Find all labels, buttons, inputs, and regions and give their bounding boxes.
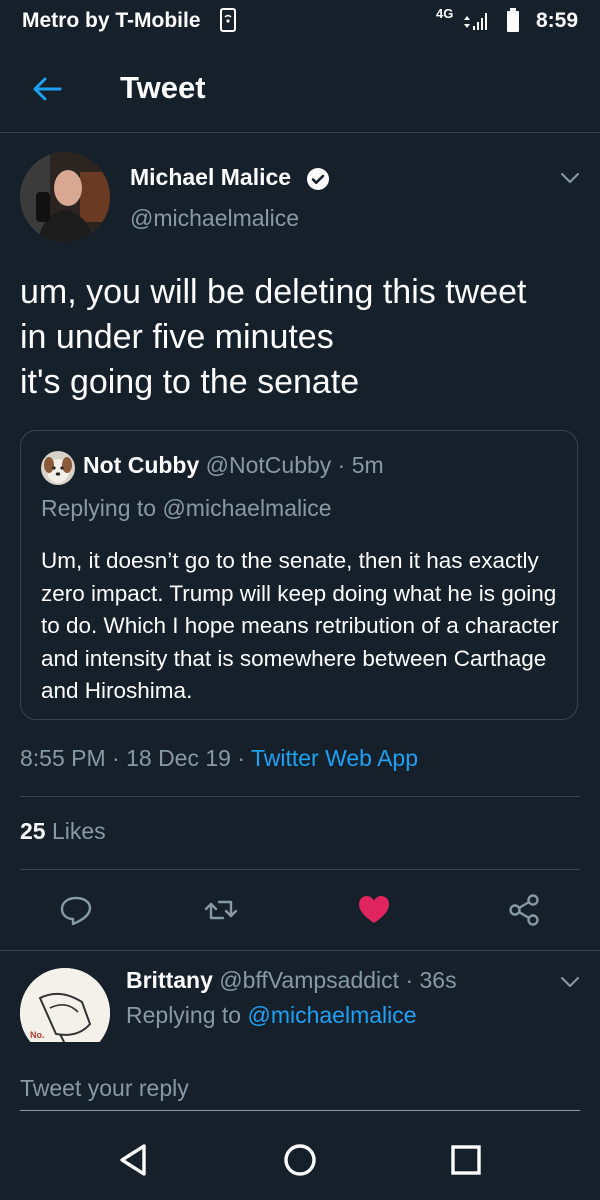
- nav-back-icon[interactable]: [114, 1140, 154, 1180]
- dog-avatar-icon: [41, 451, 75, 485]
- battery-icon: [507, 8, 519, 32]
- avatar-caption: No.: [30, 1030, 45, 1040]
- likes-count: 25: [20, 818, 46, 844]
- reply-icon[interactable]: [58, 892, 94, 928]
- quoted-tweet-header: Not Cubby @NotCubby · 5m: [83, 452, 384, 479]
- quoted-replying-to: Replying to @michaelmalice: [41, 495, 332, 521]
- quoted-author-meta: @NotCubby · 5m: [199, 452, 384, 478]
- divider: [20, 796, 580, 797]
- likes-label: Likes: [45, 818, 106, 844]
- reply-replying-to: Replying to @michaelmalice: [126, 1002, 417, 1029]
- heart-icon[interactable]: [356, 892, 392, 928]
- page-title: Tweet: [120, 70, 206, 105]
- section-divider: [0, 950, 600, 951]
- tweet-source-link[interactable]: Twitter Web App: [251, 745, 418, 771]
- verified-badge-icon: [307, 168, 329, 190]
- tweet-timestamp-line: 8:55 PM · 18 Dec 19 · Twitter Web App: [20, 745, 418, 772]
- quoted-tweet-text: Um, it doesn’t go to the senate, then it…: [41, 548, 559, 703]
- tweet-text: um, you will be deleting this tweet in u…: [20, 273, 527, 401]
- carrier-name: Metro by T-Mobile: [22, 9, 201, 32]
- network-type: 4G: [436, 6, 454, 21]
- reply-input[interactable]: [20, 1066, 580, 1111]
- tweet-timestamp: 8:55 PM · 18 Dec 19 ·: [20, 745, 251, 771]
- quoted-author-avatar: [41, 451, 75, 485]
- compose-bar: [0, 1042, 600, 1122]
- author-name[interactable]: Michael Malice: [130, 164, 291, 191]
- back-arrow-icon[interactable]: [30, 72, 64, 106]
- signal-strength-icon: [464, 13, 487, 30]
- author-photo: [20, 152, 110, 242]
- likes-summary[interactable]: 25 Likes: [20, 818, 106, 845]
- wifi-calling-icon: [220, 8, 236, 32]
- status-bar: Metro by T-Mobile 4G 8:59: [0, 0, 600, 42]
- author-handle[interactable]: @michaelmalice: [130, 205, 299, 232]
- quoted-author-name: Not Cubby: [83, 452, 200, 478]
- chevron-down-icon[interactable]: [558, 168, 582, 188]
- author-avatar[interactable]: [20, 152, 110, 242]
- retweet-icon[interactable]: [203, 892, 239, 928]
- replying-prefix: Replying to: [126, 1002, 248, 1028]
- reply-author-meta: @bffVampsaddict · 36s: [212, 967, 457, 993]
- share-icon[interactable]: [506, 892, 542, 928]
- chevron-down-icon[interactable]: [558, 972, 582, 992]
- status-time: 8:59: [536, 9, 579, 32]
- system-nav-bar: [0, 1122, 600, 1200]
- divider: [20, 869, 580, 870]
- replying-handle-link[interactable]: @michaelmalice: [247, 1002, 416, 1028]
- reply-header: Brittany @bffVampsaddict · 36s: [126, 967, 457, 994]
- app-bar: Tweet: [0, 42, 600, 133]
- quoted-tweet-card[interactable]: Not Cubby @NotCubby · 5m Replying to @mi…: [20, 430, 578, 720]
- nav-home-icon[interactable]: [280, 1140, 320, 1180]
- reply-author-name[interactable]: Brittany: [126, 967, 213, 993]
- nav-recents-icon[interactable]: [446, 1140, 486, 1180]
